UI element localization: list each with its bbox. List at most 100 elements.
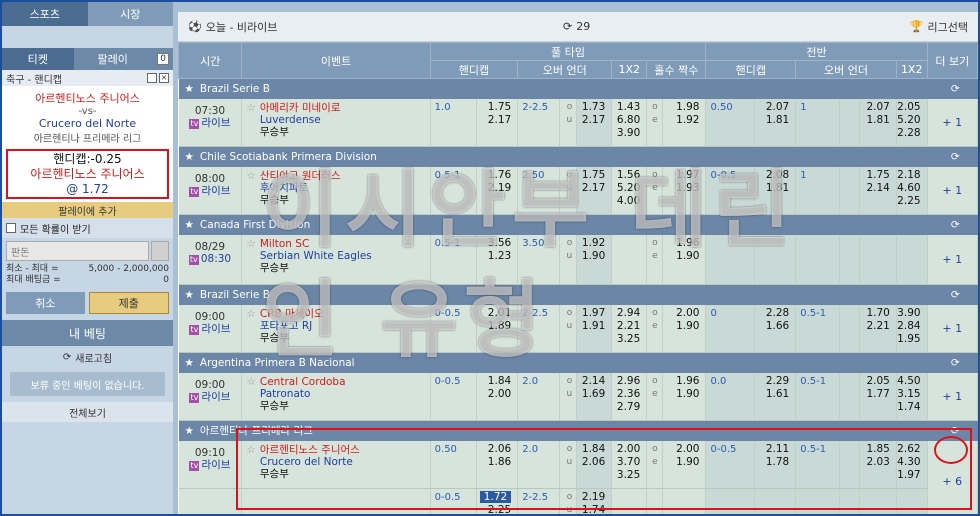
accept-odds-row[interactable]: 모든 확률이 받기 bbox=[2, 218, 173, 238]
view-all-button[interactable]: 전체보기 bbox=[2, 402, 173, 422]
tv-icon[interactable]: tv bbox=[189, 324, 200, 335]
half-away-win-odds[interactable]: 4.60 bbox=[897, 182, 920, 195]
half-under-odds[interactable]: 1.81 bbox=[860, 114, 889, 127]
star-icon[interactable]: ☆ bbox=[246, 376, 255, 412]
half-handicap-away-odds[interactable]: 1.66 bbox=[755, 320, 789, 333]
over-odds[interactable]: 1.92 bbox=[577, 237, 605, 250]
alt-handicap-away-odds[interactable]: 2.25 bbox=[477, 504, 511, 514]
handicap-home-odds[interactable]: 2.01 bbox=[477, 307, 511, 320]
stake-input[interactable]: 판돈 bbox=[6, 241, 149, 261]
more-plus[interactable]: + bbox=[942, 116, 951, 129]
home-win-odds[interactable]: 2.94 bbox=[612, 307, 640, 320]
half-draw-odds[interactable]: 2.28 bbox=[897, 127, 920, 140]
live-label[interactable]: 라이브 bbox=[201, 185, 230, 197]
more-count[interactable]: 1 bbox=[955, 253, 962, 266]
pin-icon[interactable] bbox=[147, 73, 157, 83]
star-icon[interactable]: ★ bbox=[185, 289, 194, 301]
half-under-odds[interactable]: 2.03 bbox=[860, 456, 889, 469]
handicap-home-odds[interactable]: 1.76 bbox=[477, 169, 511, 182]
tv-icon[interactable]: tv bbox=[189, 460, 200, 471]
tv-icon[interactable]: tv bbox=[189, 186, 200, 197]
half-handicap-home-odds[interactable]: 2.28 bbox=[755, 307, 789, 320]
live-label[interactable]: 08:30 bbox=[201, 253, 231, 265]
over-odds[interactable]: 1.97 bbox=[577, 307, 605, 320]
home-win-odds[interactable]: 2.00 bbox=[612, 443, 640, 456]
tab-market[interactable]: 시장 bbox=[87, 2, 173, 26]
half-draw-odds[interactable]: 1.74 bbox=[897, 401, 920, 414]
half-home-win-odds[interactable]: 4.50 bbox=[897, 375, 920, 388]
star-icon[interactable]: ★ bbox=[185, 151, 194, 163]
star-icon[interactable]: ★ bbox=[185, 219, 194, 231]
live-label[interactable]: 라이브 bbox=[201, 323, 230, 335]
draw-odds[interactable]: 3.25 bbox=[612, 333, 640, 346]
half-draw-odds[interactable]: 2.25 bbox=[897, 195, 920, 208]
more-plus[interactable]: + bbox=[942, 475, 951, 488]
odd-odds[interactable]: 1.96 bbox=[663, 375, 699, 388]
under-odds[interactable]: 1.91 bbox=[577, 320, 605, 333]
odd-odds[interactable]: 1.98 bbox=[663, 101, 699, 114]
even-odds[interactable]: 1.90 bbox=[663, 456, 699, 469]
tab-sports[interactable]: 스포츠 bbox=[2, 2, 88, 26]
tab-parlay[interactable]: 팔레이 0 bbox=[73, 48, 173, 70]
accept-odds-checkbox[interactable] bbox=[6, 223, 16, 233]
alt-under-odds[interactable]: 1.74 bbox=[577, 504, 605, 514]
half-handicap-home-odds[interactable]: 2.29 bbox=[755, 375, 789, 388]
half-over-odds[interactable]: 1.75 bbox=[860, 169, 889, 182]
half-home-win-odds[interactable]: 2.18 bbox=[897, 169, 920, 182]
tv-icon[interactable]: tv bbox=[189, 392, 200, 403]
over-odds[interactable]: 2.14 bbox=[577, 375, 605, 388]
add-to-parlay-button[interactable]: 팔레이에 추가 bbox=[2, 202, 173, 218]
stake-clear-button[interactable] bbox=[151, 241, 169, 261]
handicap-home-odds[interactable]: 2.06 bbox=[477, 443, 511, 456]
refresh-icon[interactable]: ⟳ bbox=[951, 219, 960, 231]
half-handicap-home-odds[interactable]: 2.08 bbox=[755, 169, 789, 182]
handicap-away-odds[interactable]: 1.89 bbox=[477, 320, 511, 333]
half-handicap-home-odds[interactable]: 2.11 bbox=[755, 443, 789, 456]
home-win-odds[interactable]: 1.56 bbox=[612, 169, 640, 182]
home-win-odds[interactable]: 2.96 bbox=[612, 375, 640, 388]
away-win-odds[interactable]: 3.70 bbox=[612, 456, 640, 469]
away-win-odds[interactable]: 6.80 bbox=[612, 114, 640, 127]
refresh-icon[interactable]: ⟳ bbox=[951, 425, 960, 437]
half-draw-odds[interactable]: 1.97 bbox=[897, 469, 920, 482]
odd-odds[interactable]: 2.00 bbox=[663, 443, 699, 456]
star-icon[interactable]: ☆ bbox=[246, 170, 255, 206]
star-icon[interactable]: ★ bbox=[185, 357, 194, 369]
away-win-odds[interactable]: 2.36 bbox=[612, 388, 640, 401]
handicap-home-odds[interactable]: 3.56 bbox=[477, 237, 511, 250]
handicap-away-odds[interactable]: 2.17 bbox=[477, 114, 511, 127]
live-label[interactable]: 라이브 bbox=[201, 117, 230, 129]
half-away-win-odds[interactable]: 5.20 bbox=[897, 114, 920, 127]
star-icon[interactable]: ★ bbox=[185, 83, 194, 95]
over-odds[interactable]: 1.75 bbox=[577, 169, 605, 182]
league-select-button[interactable]: 🏆 리그선택 bbox=[910, 19, 968, 35]
under-odds[interactable]: 1.69 bbox=[577, 388, 605, 401]
draw-odds[interactable]: 3.90 bbox=[612, 127, 640, 140]
more-count[interactable]: 1 bbox=[955, 390, 962, 403]
half-home-win-odds[interactable]: 2.05 bbox=[897, 101, 920, 114]
home-win-odds[interactable]: 1.43 bbox=[612, 101, 640, 114]
refresh-icon[interactable]: ⟳ bbox=[951, 83, 960, 95]
under-odds[interactable]: 2.17 bbox=[577, 114, 605, 127]
tab-ticket[interactable]: 티켓 bbox=[2, 48, 74, 70]
even-odds[interactable]: 1.90 bbox=[663, 250, 699, 263]
half-under-odds[interactable]: 2.21 bbox=[860, 320, 889, 333]
handicap-home-odds[interactable]: 1.84 bbox=[477, 375, 511, 388]
draw-odds[interactable]: 2.79 bbox=[612, 401, 640, 414]
odd-odds[interactable]: 1.96 bbox=[663, 237, 699, 250]
handicap-away-odds[interactable]: 1.86 bbox=[477, 456, 511, 469]
over-odds[interactable]: 1.73 bbox=[577, 101, 605, 114]
more-plus[interactable]: + bbox=[942, 322, 951, 335]
more-count[interactable]: 6 bbox=[955, 475, 962, 488]
star-icon[interactable]: ★ bbox=[185, 425, 194, 437]
more-count[interactable]: 1 bbox=[955, 184, 962, 197]
half-away-win-odds[interactable]: 4.30 bbox=[897, 456, 920, 469]
star-icon[interactable]: ☆ bbox=[246, 444, 255, 480]
star-icon[interactable]: ☆ bbox=[246, 102, 255, 138]
handicap-away-odds[interactable]: 2.00 bbox=[477, 388, 511, 401]
handicap-away-odds[interactable]: 1.23 bbox=[477, 250, 511, 263]
live-label[interactable]: 라이브 bbox=[201, 459, 230, 471]
more-plus[interactable]: + bbox=[942, 184, 951, 197]
draw-odds[interactable]: 3.25 bbox=[612, 469, 640, 482]
draw-odds[interactable]: 4.00 bbox=[612, 195, 640, 208]
